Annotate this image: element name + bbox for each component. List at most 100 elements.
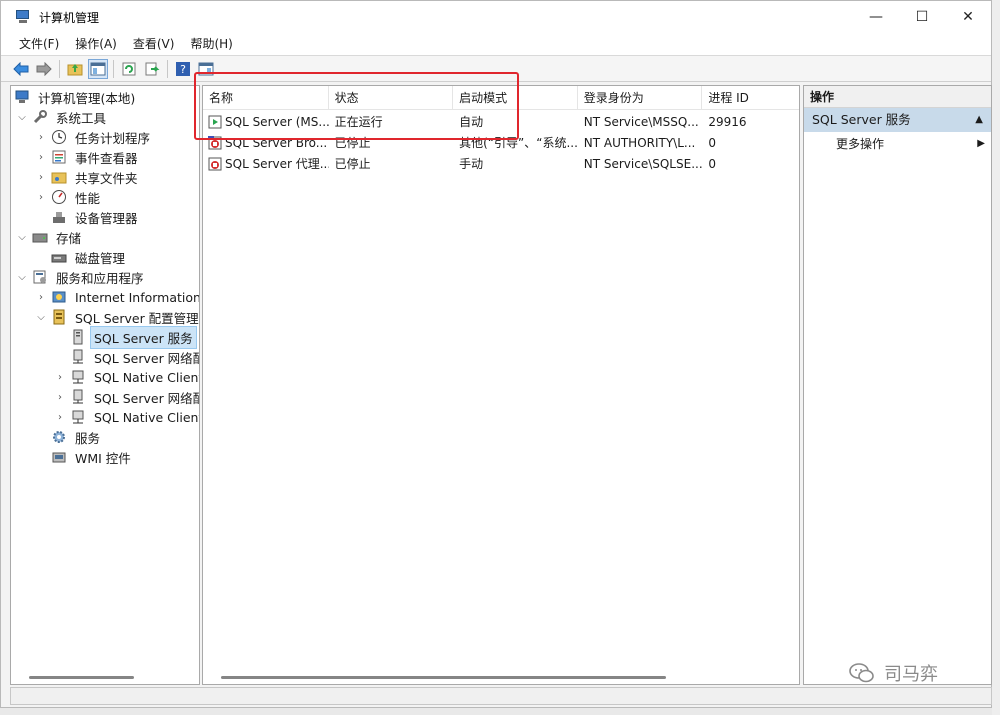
network-icon — [70, 389, 86, 405]
performance-icon — [51, 189, 67, 205]
computer-management-icon — [15, 9, 31, 25]
tree-item-task-scheduler[interactable]: › 任务计划程序 — [35, 127, 153, 147]
tree-item-sql-native-client[interactable]: › SQL Native Client — [54, 407, 199, 427]
services-apps-icon — [32, 269, 48, 285]
gear-icon — [51, 429, 67, 445]
sql-service-icon — [70, 329, 86, 345]
annotation-highlight-box — [194, 72, 519, 140]
tree-item-wmi-control[interactable]: WMI 控件 — [51, 447, 134, 467]
show-hide-console-tree-button[interactable] — [88, 58, 108, 79]
refresh-button[interactable] — [119, 59, 139, 79]
help-button[interactable]: ? — [173, 59, 193, 79]
wmi-icon — [51, 449, 67, 465]
column-log-on-as[interactable]: 登录身份为 — [578, 86, 703, 110]
tools-icon — [32, 109, 48, 125]
tree-item-system-tools[interactable]: ⌵ 系统工具 — [16, 107, 109, 127]
minimize-button[interactable]: — — [853, 1, 899, 33]
service-log-on: NT AUTHORITY\L... — [583, 135, 696, 150]
export-list-button[interactable] — [142, 59, 162, 79]
chevron-down-icon[interactable]: ⌵ — [16, 111, 28, 123]
shared-folder-icon — [51, 169, 67, 185]
disk-icon — [51, 249, 67, 265]
network-icon — [70, 349, 86, 365]
event-viewer-icon — [51, 149, 67, 165]
computer-management-icon — [14, 89, 30, 105]
chevron-right-icon[interactable]: › — [35, 171, 47, 183]
tree-item-event-viewer[interactable]: › 事件查看器 — [35, 147, 141, 167]
actions-section-sql-server-services[interactable]: SQL Server 服务 ▲ — [804, 108, 991, 132]
tree-item-storage[interactable]: ⌵ 存储 — [16, 227, 84, 247]
actions-pane: 操作 SQL Server 服务 ▲ 更多操作 ▶ — [803, 85, 992, 685]
watermark-text: 司马弈 — [884, 664, 938, 685]
actions-header: 操作 — [804, 86, 991, 108]
list-horizontal-scrollbar[interactable] — [221, 674, 781, 682]
status-bar — [10, 687, 992, 705]
title-bar: 计算机管理 — ☐ ✕ — [1, 1, 991, 33]
device-manager-icon — [51, 209, 67, 225]
service-log-on: NT Service\SQLSE... — [583, 156, 703, 171]
table-row[interactable]: SQL Server 代理... 已停止 手动 NT Service\SQLSE… — [203, 153, 799, 174]
tree-item-sql-server-config-manager[interactable]: ⌵ SQL Server 配置管理器 — [35, 307, 199, 327]
chevron-down-icon[interactable]: ⌵ — [16, 271, 28, 283]
refresh-icon — [122, 62, 136, 75]
chevron-right-icon[interactable]: › — [54, 411, 66, 423]
chevron-right-icon[interactable]: › — [54, 371, 66, 383]
service-status: 已停止 — [334, 157, 371, 171]
console-tree: 计算机管理(本地) ⌵ 系统工具 › 任务计划程序 › 事件查看器 › 共享文件… — [10, 85, 200, 685]
tree-item-sql-server-services[interactable]: SQL Server 服务 — [70, 325, 197, 349]
iis-icon — [51, 289, 67, 305]
back-button[interactable] — [11, 59, 31, 79]
svg-text:?: ? — [180, 63, 186, 76]
back-arrow-icon — [13, 61, 29, 76]
tree-horizontal-scrollbar[interactable] — [19, 674, 191, 682]
services-list: 名称 状态 启动模式 登录身份为 进程 ID SQL Server (MS...… — [202, 85, 800, 685]
tree-item-services-and-applications[interactable]: ⌵ 服务和应用程序 — [16, 267, 147, 287]
tree-item-sql-server-network-config-32[interactable]: SQL Server 网络配 — [70, 347, 199, 367]
tree-item-device-manager[interactable]: 设备管理器 — [51, 207, 141, 227]
maximize-button[interactable]: ☐ — [899, 1, 945, 33]
background-window-edge — [992, 0, 1000, 715]
service-pid: 0 — [708, 156, 716, 171]
service-start-mode: 手动 — [459, 157, 484, 171]
window-title: 计算机管理 — [39, 10, 100, 25]
more-actions-item[interactable]: 更多操作 ▶ — [804, 132, 991, 156]
chevron-down-icon[interactable]: ⌵ — [35, 311, 47, 323]
chevron-down-icon[interactable]: ⌵ — [16, 231, 28, 243]
submenu-arrow-icon: ▶ — [977, 138, 985, 149]
up-folder-button[interactable] — [65, 59, 85, 79]
client-icon — [70, 369, 86, 385]
wechat-logo-icon — [848, 662, 876, 684]
export-icon — [145, 62, 160, 75]
tree-item-sql-native-client-32[interactable]: › SQL Native Client — [54, 367, 199, 387]
tree-item-services[interactable]: 服务 — [51, 427, 103, 447]
tree-item-shared-folders[interactable]: › 共享文件夹 — [35, 167, 141, 187]
tree-item-disk-management[interactable]: 磁盘管理 — [51, 247, 128, 267]
service-name: SQL Server 代理... — [225, 157, 329, 171]
menu-view[interactable]: 查看(V) — [125, 34, 183, 54]
forward-arrow-icon — [36, 61, 52, 76]
watermark: 司马弈 — [848, 660, 938, 686]
chevron-right-icon[interactable]: › — [35, 151, 47, 163]
scrollbar-thumb[interactable] — [221, 676, 666, 679]
column-process-id[interactable]: 进程 ID — [702, 86, 799, 110]
chevron-right-icon[interactable]: › — [35, 131, 47, 143]
client-icon — [70, 409, 86, 425]
close-button[interactable]: ✕ — [945, 1, 991, 33]
chevron-right-icon[interactable]: › — [35, 191, 47, 203]
menu-file[interactable]: 文件(F) — [11, 34, 67, 54]
chevron-right-icon[interactable]: › — [35, 291, 47, 303]
scrollbar-thumb[interactable] — [29, 676, 134, 679]
collapse-caret-icon[interactable]: ▲ — [975, 108, 983, 132]
service-pid: 0 — [708, 135, 716, 150]
help-icon: ? — [176, 61, 190, 76]
chevron-right-icon[interactable]: › — [54, 391, 66, 403]
menu-help[interactable]: 帮助(H) — [182, 34, 240, 54]
tree-item-performance[interactable]: › 性能 — [35, 187, 103, 207]
storage-icon — [32, 229, 48, 245]
clock-icon — [51, 129, 67, 145]
tree-item-iis[interactable]: › Internet Information S — [35, 287, 199, 307]
menu-action[interactable]: 操作(A) — [67, 34, 125, 54]
tree-item-root[interactable]: 计算机管理(本地) — [14, 87, 138, 107]
tree-item-sql-server-network-config[interactable]: › SQL Server 网络配 — [54, 387, 199, 407]
forward-button[interactable] — [34, 59, 54, 79]
